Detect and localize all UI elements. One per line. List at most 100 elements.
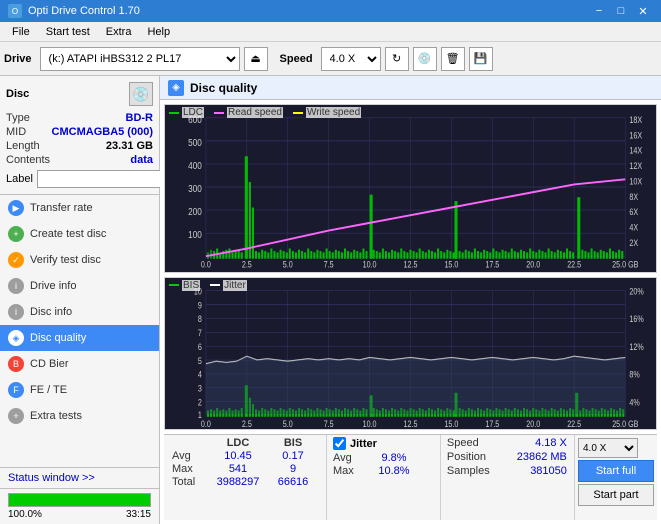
disc-type-label: Type	[6, 112, 30, 124]
nav-icon-disc-quality: ◈	[8, 330, 24, 346]
svg-text:16%: 16%	[629, 314, 643, 324]
jitter-checkbox[interactable]	[333, 437, 346, 450]
svg-text:6: 6	[198, 342, 202, 352]
title-bar-left: O Opti Drive Control 1.70	[8, 4, 140, 18]
disc-label-row: Label 🔍	[6, 170, 153, 188]
svg-text:100: 100	[188, 229, 202, 240]
svg-text:15.0: 15.0	[444, 419, 458, 429]
start-part-button[interactable]: Start part	[578, 484, 654, 506]
jitter-max-label: Max	[333, 465, 369, 477]
nav-item-disc-quality[interactable]: ◈ Disc quality	[0, 325, 159, 351]
action-speed-select[interactable]: 4.0 X	[578, 438, 638, 458]
menu-start-test[interactable]: Start test	[38, 24, 98, 40]
nav-icon-create-test-disc: +	[8, 226, 24, 242]
nav-item-fe-te[interactable]: F FE / TE	[0, 377, 159, 403]
minimize-button[interactable]: −	[589, 3, 609, 19]
menu-bar: File Start test Extra Help	[0, 22, 661, 42]
drive-select[interactable]: (k:) ATAPI iHBS312 2 PL17	[40, 47, 240, 71]
nav-icon-fe-te: F	[8, 382, 24, 398]
position-stat-label: Position	[447, 451, 507, 463]
chart1-legend: LDC Read speed Write speed	[169, 107, 361, 118]
menu-extra[interactable]: Extra	[98, 24, 140, 40]
progress-bar-bg	[8, 493, 151, 507]
ldc-bis-stats: LDC BIS Avg 10.45 0.17 Max 541 9 Total	[164, 435, 327, 520]
chart1-container: LDC Read speed Write speed	[164, 104, 657, 273]
nav-item-cd-bier[interactable]: B CD Bier	[0, 351, 159, 377]
jitter-avg-value: 9.8%	[369, 452, 419, 464]
disc-mid-row: MID CMCMAGBA5 (000)	[6, 126, 153, 138]
stats-ldc-avg: 10.45	[208, 450, 268, 462]
svg-text:6X: 6X	[629, 207, 638, 217]
progress-time: 33:15	[126, 509, 151, 520]
refresh-button[interactable]: ↻	[385, 47, 409, 71]
nav-label-extra-tests: Extra tests	[30, 410, 82, 422]
speed-select[interactable]: 4.0 X	[321, 47, 381, 71]
svg-text:12X: 12X	[629, 161, 642, 171]
nav-label-verify-test-disc: Verify test disc	[30, 254, 101, 266]
action-buttons: 4.0 X Start full Start part	[575, 435, 657, 520]
svg-text:4: 4	[198, 370, 202, 380]
samples-row-disp: Samples 381050	[447, 465, 568, 477]
menu-file[interactable]: File	[4, 24, 38, 40]
nav-item-verify-test-disc[interactable]: ✓ Verify test disc	[0, 247, 159, 273]
svg-text:8X: 8X	[629, 192, 638, 202]
svg-text:0.0: 0.0	[201, 419, 211, 429]
svg-text:14X: 14X	[629, 146, 642, 156]
svg-text:7.5: 7.5	[324, 260, 334, 270]
svg-text:20%: 20%	[629, 286, 643, 296]
svg-text:500: 500	[188, 137, 202, 148]
menu-help[interactable]: Help	[139, 24, 178, 40]
nav-icon-disc-info: i	[8, 304, 24, 320]
disc-contents-value: data	[130, 154, 153, 166]
disc-length-value: 23.31 GB	[106, 140, 153, 152]
disc-label-input[interactable]	[37, 170, 175, 188]
disc-header: Disc 💿	[6, 82, 153, 106]
stats-bis-header: BIS	[268, 437, 318, 449]
nav-item-create-test-disc[interactable]: + Create test disc	[0, 221, 159, 247]
svg-text:5.0: 5.0	[283, 419, 293, 429]
svg-text:17.5: 17.5	[485, 260, 499, 270]
nav-icon-verify-test-disc: ✓	[8, 252, 24, 268]
disc-button[interactable]: 💿	[413, 47, 437, 71]
legend-write-speed-text: Write speed	[306, 107, 361, 118]
stats-bis-total: 66616	[268, 476, 318, 488]
svg-text:20.0: 20.0	[526, 419, 540, 429]
svg-text:12%: 12%	[629, 342, 643, 352]
disc-mid-value: CMCMAGBA5 (000)	[52, 126, 153, 138]
svg-text:16X: 16X	[629, 131, 642, 141]
stats-total-row: Total 3988297 66616	[172, 476, 318, 488]
nav-item-transfer-rate[interactable]: ▶ Transfer rate	[0, 195, 159, 221]
nav-icon-cd-bier: B	[8, 356, 24, 372]
save-button[interactable]: 💾	[469, 47, 493, 71]
speed-row-disp: Speed 4.18 X	[447, 437, 568, 449]
start-full-button[interactable]: Start full	[578, 460, 654, 482]
stats-panel: LDC BIS Avg 10.45 0.17 Max 541 9 Total	[164, 434, 657, 520]
maximize-button[interactable]: □	[611, 3, 631, 19]
svg-text:10.0: 10.0	[363, 419, 377, 429]
sidebar: Disc 💿 Type BD-R MID CMCMAGBA5 (000) Len…	[0, 76, 160, 524]
nav-item-drive-info[interactable]: i Drive info	[0, 273, 159, 299]
legend-ldc: LDC	[169, 107, 204, 118]
nav-item-extra-tests[interactable]: + Extra tests	[0, 403, 159, 429]
svg-text:200: 200	[188, 206, 202, 217]
legend-read-speed-dot	[214, 112, 224, 114]
nav-item-disc-info[interactable]: i Disc info	[0, 299, 159, 325]
legend-jitter-dot	[210, 284, 220, 286]
erase-button[interactable]: 🗑	[441, 47, 465, 71]
eject-button[interactable]: ⏏	[244, 47, 268, 71]
disc-contents-label: Contents	[6, 154, 50, 166]
progress-bar-fill	[9, 494, 150, 506]
nav-items: ▶ Transfer rate + Create test disc ✓ Ver…	[0, 195, 159, 467]
disc-label-text: Label	[6, 173, 33, 185]
jitter-avg-row: Avg 9.8%	[333, 452, 434, 464]
status-window-link[interactable]: Status window >>	[8, 472, 95, 484]
nav-label-drive-info: Drive info	[30, 280, 76, 292]
disc-contents-row: Contents data	[6, 154, 153, 166]
disc-header-title: Disc	[6, 88, 29, 100]
samples-stat-label: Samples	[447, 465, 507, 477]
close-button[interactable]: ✕	[633, 3, 653, 19]
svg-text:4%: 4%	[629, 397, 639, 407]
stats-ldc-total: 3988297	[208, 476, 268, 488]
jitter-header-label: Jitter	[350, 438, 377, 450]
legend-read-speed-text: Read speed	[227, 107, 283, 118]
